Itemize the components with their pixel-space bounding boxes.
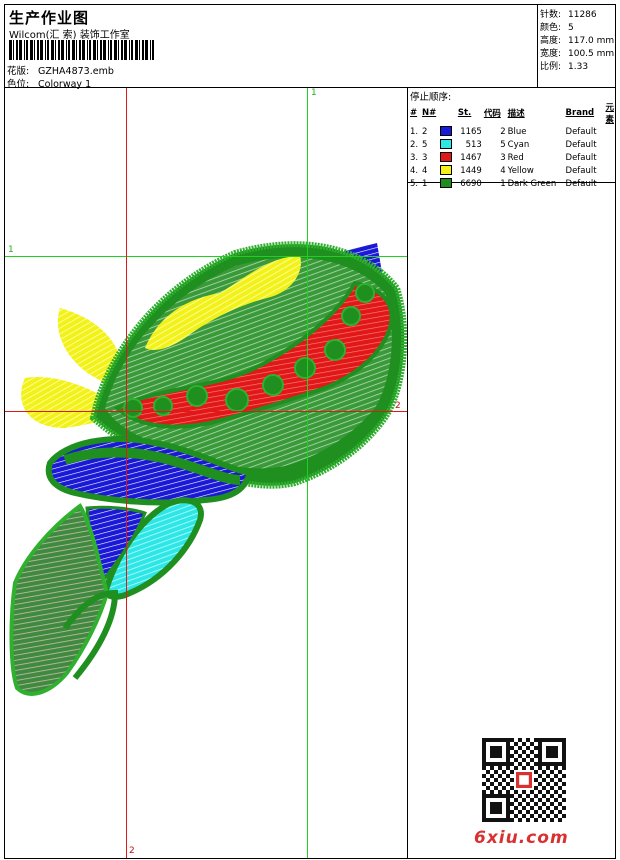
row-index: 1. bbox=[410, 126, 419, 137]
stat-value: 11286 bbox=[568, 10, 597, 20]
guide-label-v2: 2 bbox=[129, 846, 135, 856]
sequence-row: 1. 2 1165 2 Blue Default bbox=[409, 125, 615, 138]
stat-scale: 比例: 1.33 bbox=[540, 59, 588, 72]
row-description: Cyan bbox=[507, 139, 530, 150]
stat-colors: 颜色: 5 bbox=[540, 20, 574, 33]
stat-label: 针数: bbox=[540, 10, 562, 20]
row-color-cell bbox=[439, 151, 457, 164]
color-swatch bbox=[439, 139, 452, 150]
row-brand: Default bbox=[565, 139, 597, 150]
row-stitches: 1165 bbox=[460, 126, 482, 137]
sequence-table: # N# St. 代码 描述 Brand 元素 1. 2 1165 2 Blue Defa… bbox=[409, 101, 615, 190]
guide-horizontal-2 bbox=[5, 411, 407, 412]
row-description: Yellow bbox=[507, 165, 534, 176]
sequence-header-row: # N# St. 代码 描述 Brand 元素 bbox=[409, 101, 615, 125]
page-title: 生产作业图 bbox=[9, 9, 90, 27]
row-element bbox=[604, 151, 615, 164]
row-needle: 1 bbox=[421, 178, 428, 189]
row-index: 5. bbox=[410, 178, 419, 189]
guide-vertical-1 bbox=[307, 88, 308, 858]
row-element bbox=[604, 138, 615, 151]
design-file-label: 花版: bbox=[7, 66, 30, 77]
col-header: 描述 bbox=[507, 109, 525, 119]
sequence-section: 停止顺序: # N# St. 代码 描述 Brand 元素 1. 2 1165 2 Bl… bbox=[408, 88, 615, 189]
guide-horizontal-1 bbox=[5, 256, 407, 257]
color-swatch bbox=[439, 165, 452, 176]
row-code: 3 bbox=[500, 152, 506, 163]
studio-subtitle: Wilcom(汇 索) 装饰工作室 bbox=[9, 30, 130, 41]
sequence-row: 2. 5 513 5 Cyan Default bbox=[409, 138, 615, 151]
row-description: Dark Green bbox=[507, 178, 557, 189]
stat-height: 高度: 117.0 mm bbox=[540, 33, 614, 46]
row-color-cell bbox=[439, 138, 457, 151]
guide-label-h2: 2 bbox=[395, 401, 401, 411]
row-code: 2 bbox=[500, 126, 506, 137]
row-color-cell bbox=[439, 164, 457, 177]
guide-vertical-2 bbox=[126, 88, 127, 858]
stats-panel: 针数: 11286 颜色: 5 高度: 117.0 mm 宽度: 100.5 mm 比例… bbox=[537, 4, 616, 88]
stat-label: 宽度: bbox=[540, 49, 562, 59]
design-file-row: 花版: GZHA4873.emb bbox=[7, 63, 114, 77]
row-needle: 4 bbox=[421, 165, 428, 176]
row-element bbox=[604, 125, 615, 138]
guide-label-h1: 1 bbox=[8, 245, 14, 255]
row-brand: Default bbox=[565, 126, 597, 137]
row-stitches: 1467 bbox=[460, 152, 482, 163]
stat-stitches: 针数: 11286 bbox=[540, 7, 597, 20]
stat-value: 1.33 bbox=[568, 62, 589, 72]
row-description: Red bbox=[507, 152, 524, 163]
row-color-cell bbox=[439, 177, 457, 190]
col-header: St. bbox=[457, 108, 472, 118]
row-code: 4 bbox=[500, 165, 506, 176]
stop-sequence-panel: 停止顺序: # N# St. 代码 描述 Brand 元素 1. 2 1165 2 Bl… bbox=[407, 87, 616, 859]
row-needle: 2 bbox=[421, 126, 428, 137]
qr-code bbox=[482, 738, 566, 822]
sequence-row: 5. 1 6690 1 Dark Green Default bbox=[409, 177, 615, 190]
row-stitches: 6690 bbox=[460, 178, 482, 189]
row-needle: 5 bbox=[421, 139, 428, 150]
row-code: 5 bbox=[500, 139, 506, 150]
design-canvas: 1 1 2 2 bbox=[4, 87, 408, 859]
row-needle: 3 bbox=[421, 152, 428, 163]
embroidery-artwork bbox=[9, 241, 407, 696]
row-index: 2. bbox=[410, 139, 419, 150]
row-brand: Default bbox=[565, 178, 597, 189]
stat-value: 117.0 mm bbox=[568, 36, 615, 46]
row-code: 1 bbox=[500, 178, 506, 189]
row-element bbox=[604, 177, 615, 190]
stat-label: 高度: bbox=[540, 36, 562, 46]
color-swatch bbox=[439, 178, 452, 189]
sequence-row: 4. 4 1449 4 Yellow Default bbox=[409, 164, 615, 177]
stat-label: 比例: bbox=[540, 62, 562, 72]
row-description: Blue bbox=[507, 126, 527, 137]
color-swatch bbox=[439, 152, 452, 163]
row-index: 4. bbox=[410, 165, 419, 176]
row-stitches: 513 bbox=[465, 139, 482, 150]
stat-value: 5 bbox=[568, 23, 574, 33]
col-header bbox=[439, 101, 457, 125]
stat-width: 宽度: 100.5 mm bbox=[540, 46, 614, 59]
row-element bbox=[604, 164, 615, 177]
col-header: Brand bbox=[565, 108, 595, 118]
row-brand: Default bbox=[565, 152, 597, 163]
row-color-cell bbox=[439, 125, 457, 138]
row-stitches: 1449 bbox=[460, 165, 482, 176]
col-header: 代码 bbox=[483, 109, 501, 119]
stat-label: 颜色: bbox=[540, 23, 562, 33]
color-swatch bbox=[439, 126, 452, 137]
sequence-row: 3. 3 1467 3 Red Default bbox=[409, 151, 615, 164]
stat-value: 100.5 mm bbox=[568, 49, 615, 59]
row-index: 3. bbox=[410, 152, 419, 163]
header-panel: 生产作业图 Wilcom(汇 索) 装饰工作室 花版: GZHA4873.emb… bbox=[4, 4, 538, 90]
guide-label-v1: 1 bbox=[311, 88, 317, 98]
watermark-brand: 6xiu.com bbox=[474, 828, 569, 848]
col-header: # bbox=[410, 108, 418, 118]
col-header: N# bbox=[421, 108, 437, 118]
barcode bbox=[9, 40, 154, 60]
row-brand: Default bbox=[565, 165, 597, 176]
col-header: 元素 bbox=[605, 103, 614, 125]
